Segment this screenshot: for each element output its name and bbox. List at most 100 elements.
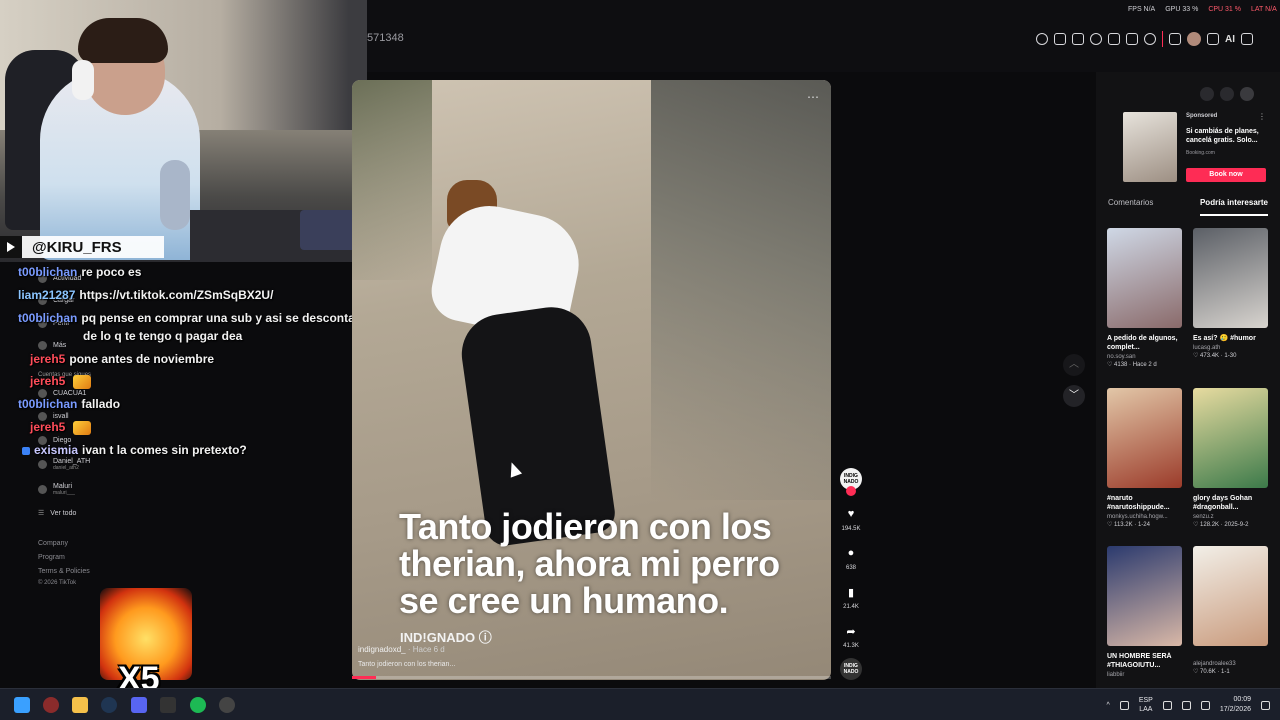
book-now-button[interactable]: Book now [1186,168,1266,182]
chat-message: t00blichan fallado [18,397,121,411]
epic-games-icon[interactable] [160,697,176,713]
sidebar-item-more[interactable]: Más [38,341,66,350]
browser-icon[interactable] [43,697,59,713]
see-all-link[interactable]: ☰ Ver todo [38,509,76,518]
emote-icon [73,374,92,389]
video-watermark: IND!GNADO ⓘ [400,630,492,645]
ad-title: Si cambiás de planes, cancelá gratis. So… [1186,128,1259,144]
video-scene [352,80,432,280]
ad-sponsored-label: Sponsored [1186,113,1218,119]
windows-start-icon[interactable] [14,697,30,713]
video-scene [651,80,831,500]
heart-icon: ♥ [847,508,855,520]
gpu-readout: GPU 33 % [1165,6,1199,13]
account-item[interactable]: Maluri maluri___ [38,483,75,496]
network-icon[interactable] [1162,700,1172,710]
volume-icon[interactable] [1181,700,1191,710]
zoom-icon[interactable] [1036,33,1048,45]
related-video-card[interactable]: #naruto #narutoshippude... monkys.uchiha… [1107,388,1183,528]
related-video-card[interactable]: Es así? 🥲 #humor lucasg.ath ♡ 473.4K · 1… [1193,228,1269,359]
chevron-up-icon[interactable]: ^ [1107,702,1110,709]
footer-copyright: © 2026 TikTok [38,580,77,586]
avatar [38,460,47,469]
browser-toolbar: AI [1036,31,1253,47]
steam-icon[interactable] [101,697,117,713]
chat-message: t00blichan re poco es [18,265,142,279]
clock[interactable]: 00:09 17/2/2026 [1220,695,1251,715]
chevron-down-icon: ﹀ [1069,390,1079,401]
next-video-button[interactable]: ﹀ [1063,385,1085,407]
youtube-icon [0,236,22,258]
footer-company[interactable]: Company [38,540,68,547]
webcam-feed [0,0,367,262]
chat-message: t00blichan pq pense en comprar una sub y … [18,311,369,325]
screenshot-icon[interactable] [1072,33,1084,45]
footer-terms[interactable]: Terms & Policies [38,568,90,575]
creator-avatar[interactable]: INDIG NADO [838,468,864,496]
tab-related[interactable]: Podría interesarte [1199,198,1268,216]
ad-thumbnail[interactable] [1123,112,1177,182]
related-video-card[interactable]: alejandroalee33 ♡ 70.6K · 1-1 [1193,546,1269,675]
obs-icon[interactable] [219,697,235,713]
system-tray: ^ ESP LAA 00:09 17/2/2026 [1107,689,1280,720]
video-progress-bar[interactable] [352,676,831,679]
url-fragment: 571348 [367,32,404,44]
account-item[interactable]: Daniel_ATH daniel_ath2 [38,458,90,471]
video-caption-overlay: Tanto jodieron con los therian, ahora mi… [399,506,780,621]
tab-comments[interactable]: Comentarios [1108,198,1153,216]
language-indicator[interactable]: ESP LAA [1139,696,1153,714]
ad-more-icon[interactable]: ⋮ [1258,112,1266,121]
related-video-card[interactable]: glory days Gohan #dragonball... senzu.z … [1193,388,1269,528]
screen: 571348 FPS N/A GPU 33 % CPU 31 % LAT N/A… [0,0,1280,720]
more-icon [38,341,47,350]
video-thumbnail [1193,388,1268,488]
chat-message-continued: de lo q te tengo q pagar dea [83,329,243,343]
share-button[interactable]: ➦ 41.3K [838,621,864,650]
chevron-up-icon: ︿ [1069,359,1079,370]
download-icon[interactable] [1207,33,1219,45]
like-button[interactable]: ♥ 194.5K [838,504,864,532]
embed-icon[interactable] [1200,87,1214,101]
discord-icon[interactable] [131,697,147,713]
play-icon[interactable] [1126,33,1138,45]
related-video-card[interactable]: A pedido de algunos, complet... no.soy.s… [1107,228,1183,368]
streamer-handle: @KIRU_FRS [0,236,164,258]
video-progress-fill [352,676,376,679]
previous-video-button[interactable]: ︿ [1063,354,1085,376]
panel-tools [1200,87,1254,101]
related-video-card[interactable]: UN HOMBRE SERÁ #THIAGOIUTU... liabbiir [1107,546,1183,678]
sound-button[interactable]: INDIG NADO [838,658,864,680]
notifications-icon[interactable] [1261,700,1270,710]
extensions-icon[interactable] [1169,33,1181,45]
spotify-icon[interactable] [190,697,206,713]
translate-icon[interactable] [1108,33,1120,45]
cpu-readout: CPU 31 % [1208,6,1241,13]
settings-icon[interactable] [1240,87,1254,101]
ai-button[interactable]: AI [1225,34,1235,45]
chat-message: jereh5 pone antes de noviembre [30,352,215,366]
heart-icon[interactable] [1144,33,1156,45]
mobile-icon[interactable] [1220,87,1234,101]
badge-icon [22,446,30,455]
footer-program[interactable]: Program [38,554,65,561]
toolbar-divider [1162,31,1163,47]
profile-avatar[interactable] [1187,32,1201,46]
folder-icon[interactable] [72,697,88,713]
lat-readout: LAT N/A [1251,6,1277,13]
menu-icon[interactable] [1241,33,1253,45]
bookmark-icon[interactable] [1054,33,1066,45]
battery-icon[interactable] [1200,700,1210,710]
more-options-icon[interactable]: ⋯ [807,90,819,104]
follow-plus-icon[interactable] [846,486,856,496]
microphone-icon[interactable] [1119,700,1129,710]
fps-readout: FPS N/A [1128,6,1156,13]
comment-button[interactable]: ● 638 [838,543,864,571]
emote-icon [73,420,92,435]
shield-icon[interactable] [1090,33,1102,45]
headset-icon [72,60,94,100]
ad-site: Booking.com [1186,150,1215,156]
keyboard-icon [300,210,360,250]
save-button[interactable]: ▮ 21.4K [838,582,864,611]
chat-message: exismia ivan t la comes sin pretexto? [22,443,247,457]
video-author[interactable]: indignadoxd_ · Hace 6 d [358,645,445,654]
